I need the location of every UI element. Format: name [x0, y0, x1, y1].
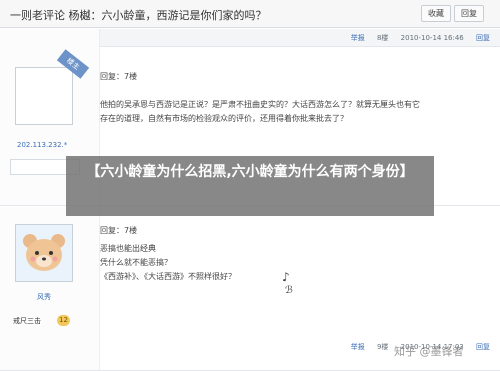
floor-number: 8楼 [376, 34, 389, 42]
content-line: 凭什么就不能恶搞？ [100, 258, 172, 267]
content-line: 恶搞也能出经典 [100, 244, 156, 253]
reply-to: 回复：7楼 [100, 72, 138, 81]
rank-level-badge: 12 [57, 315, 70, 326]
reply-link[interactable]: 回复 [476, 34, 490, 42]
content-line: 存在的道理，自然有市场的检验观众的评价，还用得着你批来批去了？ [100, 114, 348, 123]
report-link[interactable]: 举报 [351, 34, 365, 42]
top-bar: 一则老评论 杨樾：六小龄童，西游记是你们家的吗？ 收藏 回复 [0, 0, 500, 28]
bear-avatar-icon [16, 225, 72, 281]
overlay-title: 【六小龄童为什么招黑,六小龄童为什么有两个身份】 [86, 164, 414, 180]
rank-label: 戒尺三击 [13, 317, 41, 325]
bear-avatar[interactable] [15, 224, 73, 282]
floor-number: 9楼 [376, 343, 389, 351]
post-meta: 举报 8楼 2010-10-14 16:46 回复 [341, 33, 490, 43]
content-line: 他拍的吴承恩与西游记是正说？是严肃不扭曲史实的？大话西游怎么了？就算无厘头也有它 [100, 100, 420, 109]
post-content: 回复：7楼 恶搞也能出经典 凭什么就不能恶搞？ 《西游补》、《大话西游》不照样很… [100, 225, 490, 284]
scribble-mark: ♪ [282, 270, 290, 284]
post-meta-bar: 举报 8楼 2010-10-14 16:46 回复 [100, 29, 500, 47]
post-content: 回复：7楼 他拍的吴承恩与西游记是正说？是严肃不扭曲史实的？大话西游怎么了？就算… [100, 71, 490, 126]
scribble-mark: ℬ [285, 285, 293, 296]
reply-to: 回复：7楼 [100, 226, 138, 235]
ip-address: 202.113.232.* [17, 141, 68, 149]
page-title: 一则老评论 杨樾：六小龄童，西游记是你们家的吗？ [10, 9, 267, 22]
reply-button[interactable]: 回复 [454, 5, 484, 22]
favorite-button[interactable]: 收藏 [421, 5, 451, 22]
watermark: 知乎 @墨锋者 [394, 345, 464, 358]
post-time: 2010-10-14 16:46 [400, 34, 464, 42]
user-name[interactable]: 风秀 [37, 292, 51, 302]
reply-link[interactable]: 回复 [476, 343, 490, 351]
user-info-panel: 风秀 戒尺三击 12 [0, 207, 100, 370]
report-link[interactable]: 举报 [351, 343, 365, 351]
avatar[interactable] [15, 67, 73, 125]
content-line: 《西游补》、《大话西游》不照样很好？ [100, 272, 236, 281]
